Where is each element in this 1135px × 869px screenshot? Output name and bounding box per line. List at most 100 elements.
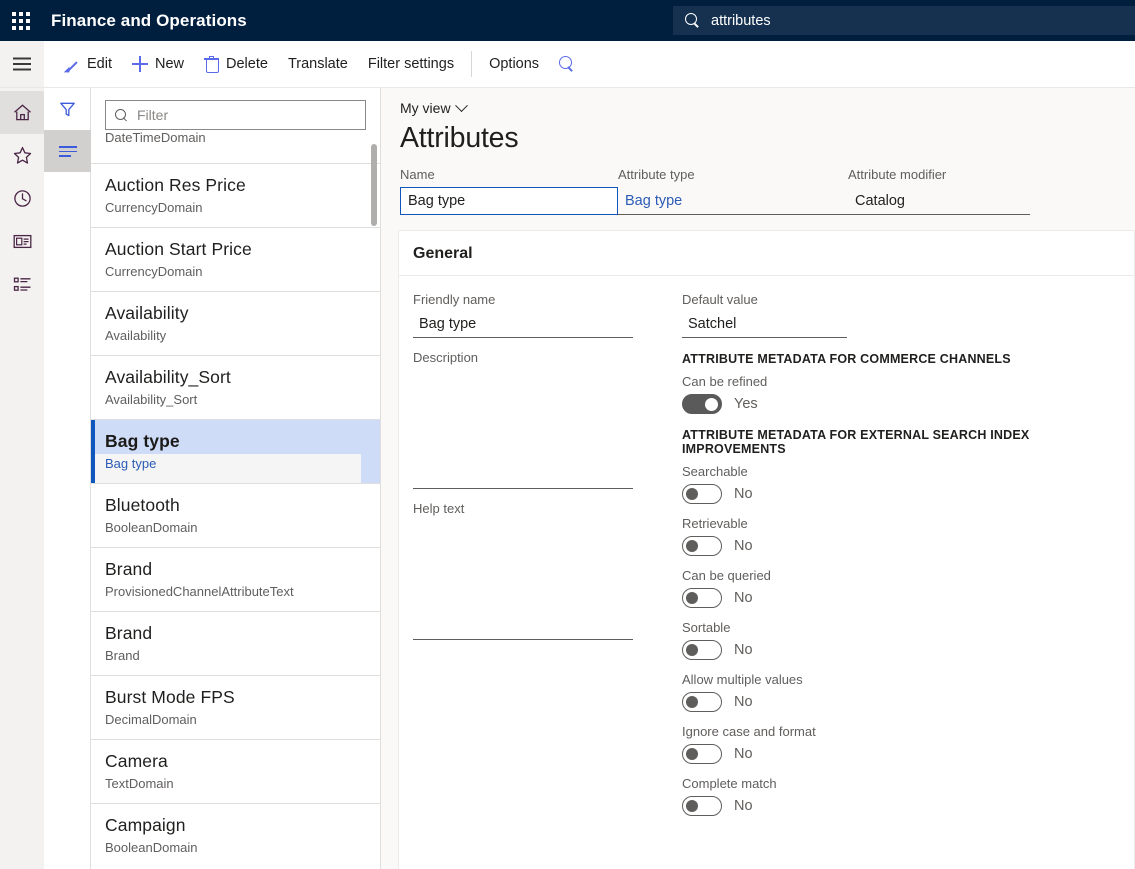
attribute-type-input[interactable] [625,193,841,209]
can-be-refined-toggle[interactable] [682,394,722,414]
can-be-refined-label: Can be refined [682,374,1112,389]
ignore-case-and-format-value: No [734,746,753,762]
complete-match-label: Complete match [682,776,1112,791]
filter-settings-button-label: Filter settings [368,56,454,72]
allow-multiple-values-row: No [682,692,1112,712]
sort-pane-button[interactable] [44,130,91,172]
list-item-title: Bag type [105,430,370,453]
retrievable-toggle[interactable] [682,536,722,556]
attribute-modifier-input-wrapper[interactable] [848,187,1030,215]
list-item-selected[interactable]: Bag type Bag type [91,419,380,483]
can-be-queried-toggle[interactable] [682,588,722,608]
sortable-toggle[interactable] [682,640,722,660]
nav-menu-toggle[interactable] [0,41,44,87]
can-be-refined-value: Yes [734,396,758,412]
sortable-row: No [682,640,1112,660]
list-item[interactable]: Campaign BooleanDomain [91,803,380,865]
ignore-case-and-format-field: Ignore case and format No [682,724,1112,764]
attribute-list-pane: DateTimeDomain Auction Res Price Currenc… [91,88,381,869]
list-item-title: Bluetooth [105,494,370,517]
list-scrollbar-thumb[interactable] [371,144,377,226]
search-icon [559,56,575,72]
general-left-column: Friendly name Description Help text [399,292,682,828]
list-item[interactable]: Availability_Sort Availability_Sort [91,355,380,419]
waffle-grid [12,12,30,30]
rail-item-modules[interactable] [0,263,44,306]
list-item-partial[interactable]: DateTimeDomain [91,130,380,163]
can-be-refined-row: Yes [682,394,1112,414]
description-label: Description [413,350,682,365]
default-value-input-wrapper[interactable] [682,311,847,338]
commerce-metadata-heading: ATTRIBUTE METADATA FOR COMMERCE CHANNELS [682,352,1112,366]
general-section-title: General [399,231,1134,276]
list-item[interactable]: Camera TextDomain [91,739,380,803]
sortable-field: Sortable No [682,620,1112,660]
list-item[interactable]: Brand Brand [91,611,380,675]
global-search-box[interactable]: attributes [673,6,1135,35]
filter-pane-button[interactable] [44,88,91,130]
complete-match-toggle[interactable] [682,796,722,816]
ignore-case-and-format-row: No [682,744,1112,764]
friendly-name-input-wrapper[interactable] [413,311,633,338]
command-bar: Edit New Delete Translate Filter setting… [0,41,1135,88]
rail-item-favorites[interactable] [0,134,44,177]
attribute-type-input-wrapper[interactable] [618,187,848,215]
list-item[interactable]: Burst Mode FPS DecimalDomain [91,675,380,739]
filter-input[interactable] [137,107,356,123]
description-field: Description [413,350,682,489]
list-item-title: Availability [105,302,370,325]
app-title: Finance and Operations [51,11,247,31]
help-text-textarea[interactable] [419,522,627,637]
header-fields: Name Attribute type Attribute modifier [400,167,1135,215]
attribute-list-scroll[interactable]: DateTimeDomain Auction Res Price Currenc… [91,130,380,865]
command-bar-separator [471,51,472,77]
ignore-case-and-format-toggle[interactable] [682,744,722,764]
attribute-modifier-input[interactable] [855,193,1023,209]
command-search-button[interactable] [549,47,585,81]
list-item[interactable]: Auction Start Price CurrencyDomain [91,227,380,291]
workspaces-icon [12,231,33,252]
can-be-queried-row: No [682,588,1112,608]
sort-lines-icon [59,145,77,157]
list-item-title: Auction Start Price [105,238,370,261]
edit-button-label: Edit [87,56,112,72]
rail-item-workspaces[interactable] [0,220,44,263]
top-navigation-bar: Finance and Operations attributes [0,0,1135,41]
allow-multiple-values-toggle[interactable] [682,692,722,712]
plus-icon [132,56,148,72]
list-item[interactable]: Availability Availability [91,291,380,355]
delete-button[interactable]: Delete [194,47,278,81]
rail-item-recent[interactable] [0,177,44,220]
name-input[interactable] [408,193,610,209]
list-item[interactable]: Bluetooth BooleanDomain [91,483,380,547]
sortable-value: No [734,642,753,658]
description-textarea[interactable] [419,371,627,486]
name-field-group: Name [400,167,618,215]
allow-multiple-values-field: Allow multiple values No [682,672,1112,712]
list-item[interactable]: Brand ProvisionedChannelAttributeText [91,547,380,611]
rail-item-home[interactable] [0,91,44,134]
searchable-label: Searchable [682,464,1112,479]
options-button[interactable]: Options [479,47,549,81]
global-search-value: attributes [711,13,771,29]
list-filter-box[interactable] [105,100,366,130]
general-card: General Friendly name Description [398,230,1135,869]
help-text-textarea-wrapper[interactable] [413,520,633,640]
edit-button[interactable]: Edit [54,47,122,81]
searchable-toggle[interactable] [682,484,722,504]
name-input-wrapper[interactable] [400,187,618,215]
filter-settings-button[interactable]: Filter settings [358,47,464,81]
list-item-subtitle: DateTimeDomain [105,130,380,145]
list-item-title: Camera [105,750,370,773]
view-selector[interactable]: My view [400,100,466,116]
list-item-subtitle: DecimalDomain [105,711,370,728]
translate-button[interactable]: Translate [278,47,358,81]
retrievable-label: Retrievable [682,516,1112,531]
default-value-input[interactable] [688,316,841,332]
list-item-subtitle: CurrencyDomain [105,199,370,216]
app-launcher-icon[interactable] [0,0,41,41]
list-item[interactable]: Auction Res Price CurrencyDomain [91,163,380,227]
friendly-name-input[interactable] [419,316,627,332]
new-button[interactable]: New [122,47,194,81]
description-textarea-wrapper[interactable] [413,369,633,489]
